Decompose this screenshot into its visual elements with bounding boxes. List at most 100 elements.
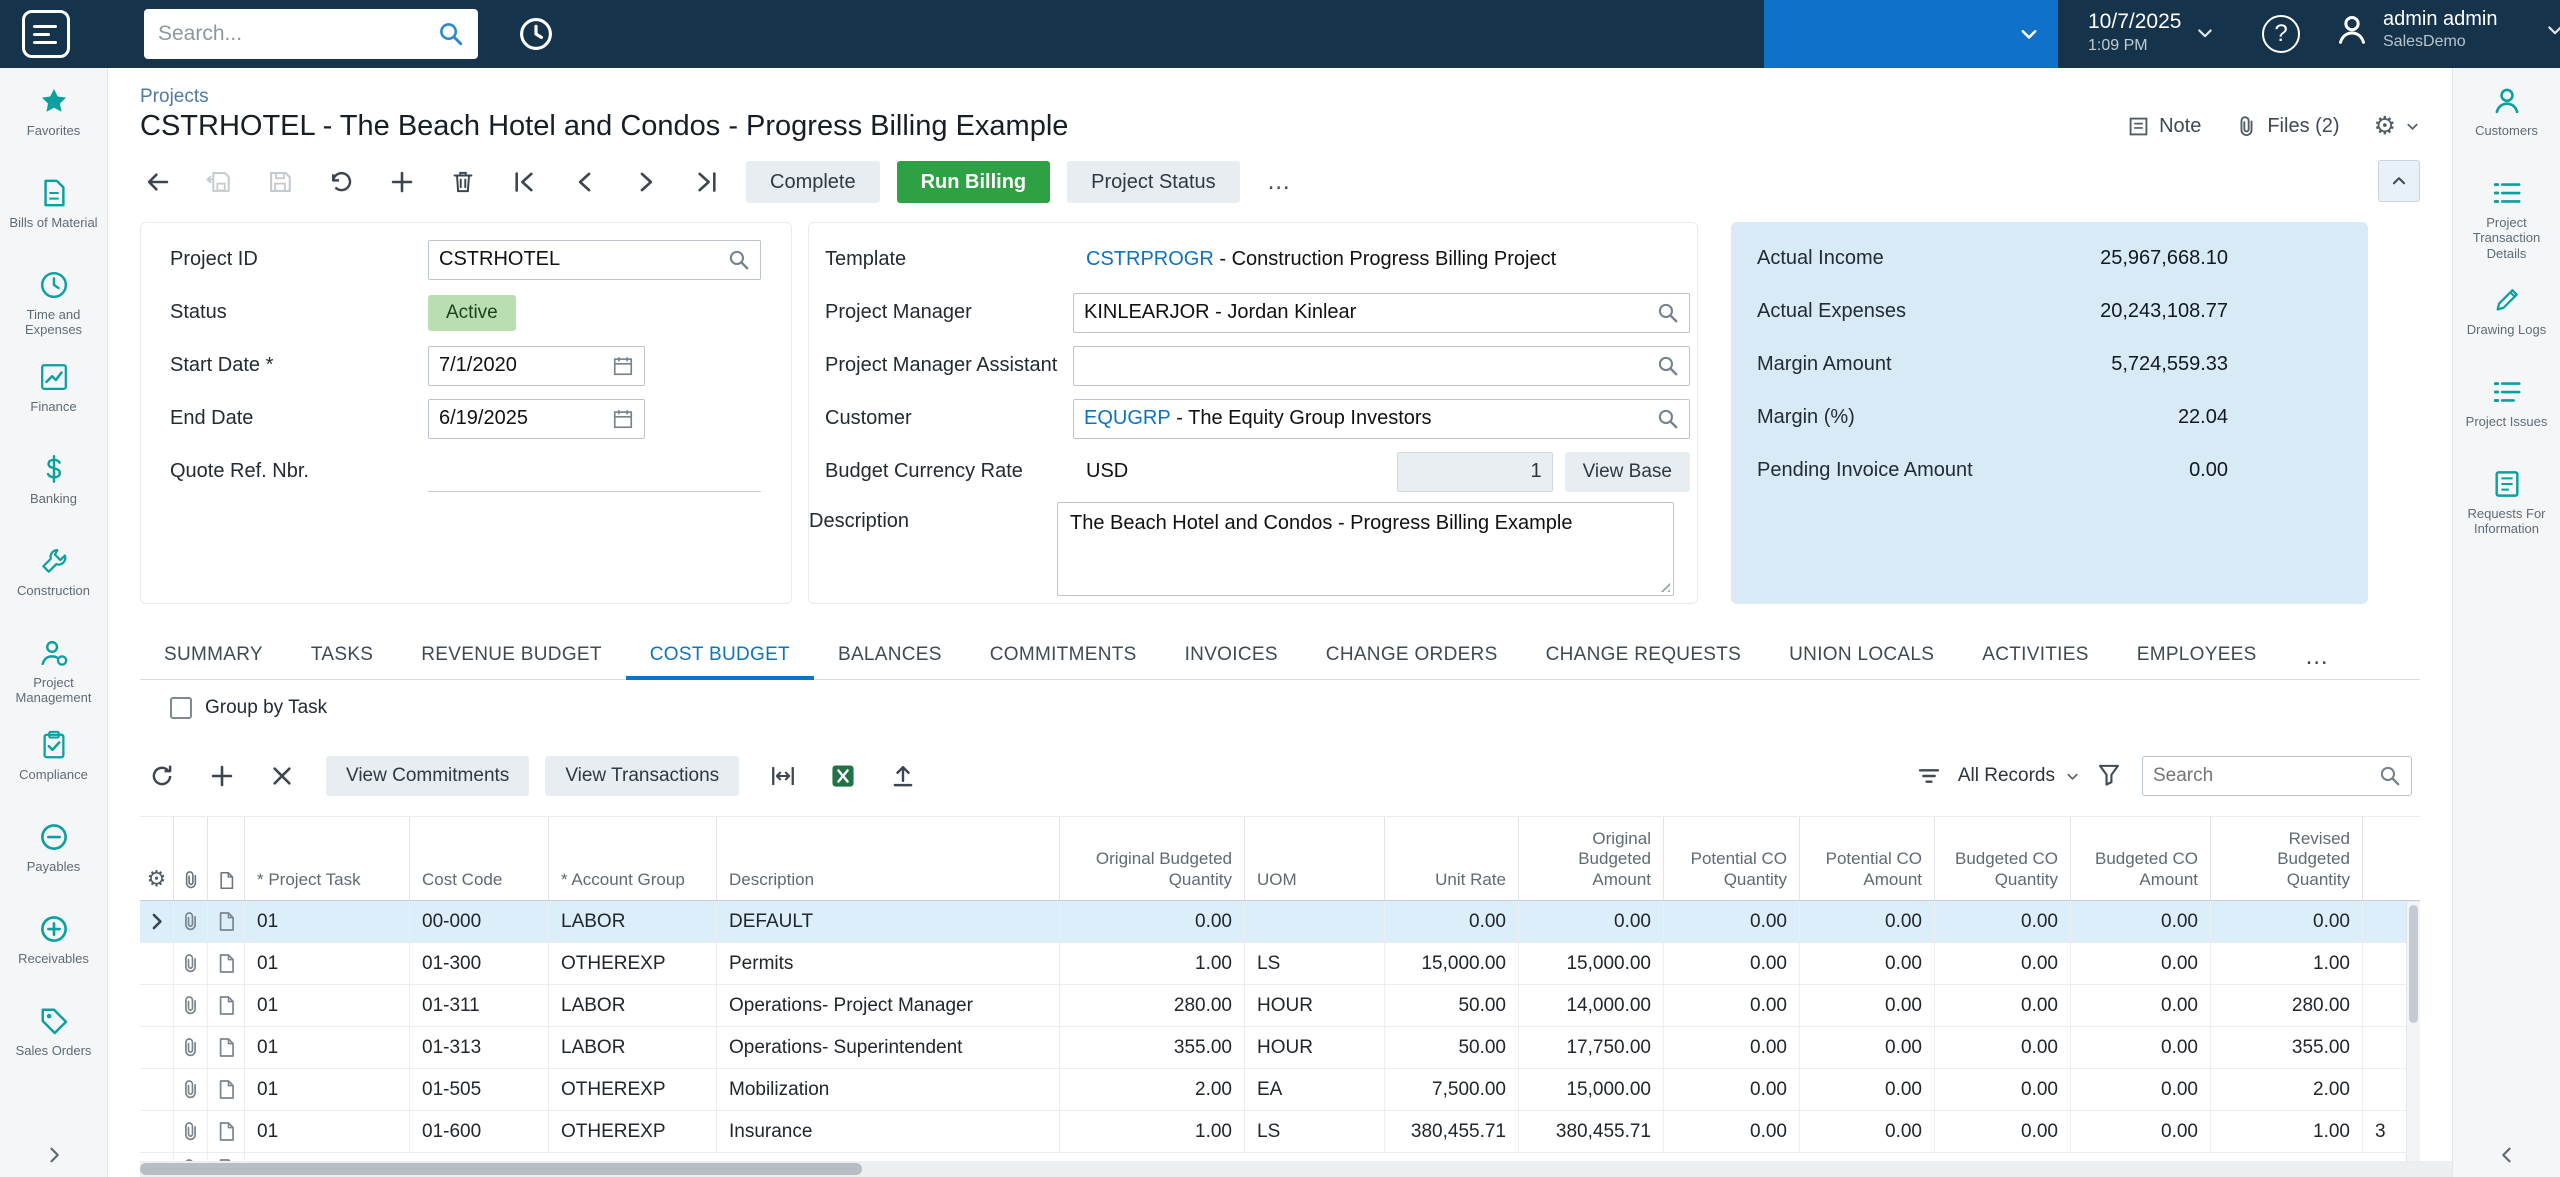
start-date-field[interactable] — [428, 346, 645, 386]
resize-grip[interactable] — [1657, 579, 1670, 592]
more-actions-button[interactable]: … — [1257, 168, 1303, 196]
sidebar-item-time-and-expenses[interactable]: Time and Expenses — [0, 258, 107, 350]
cell-cost-code[interactable]: 00-000 — [410, 901, 549, 942]
calendar-icon[interactable] — [612, 408, 634, 430]
refresh-button[interactable] — [140, 754, 184, 798]
app-logo[interactable] — [22, 10, 70, 58]
cell-unit-rate[interactable]: 50.00 — [1385, 985, 1519, 1026]
cell-budgeted-co-amount[interactable]: 0.00 — [2071, 943, 2211, 984]
sidebar-item-bills-of-material[interactable]: Bills of Material — [0, 166, 107, 258]
tab-union-locals[interactable]: UNION LOCALS — [1765, 636, 1958, 680]
cell-original-budgeted-amount[interactable]: 0.00 — [1519, 901, 1664, 942]
column-header-budgeted-co-amount[interactable]: Budgeted CO Amount — [2071, 817, 2211, 900]
group-by-task-checkbox[interactable] — [170, 697, 192, 719]
cell-potential-co-quantity[interactable]: 0.00 — [1664, 901, 1800, 942]
cell-original-budgeted-quantity[interactable]: 1.00 — [1060, 1111, 1245, 1152]
cell-account-group[interactable]: LABOR — [549, 985, 717, 1026]
notes-column-header[interactable] — [208, 817, 245, 900]
sidebar-item-sales-orders[interactable]: Sales Orders — [0, 994, 107, 1086]
cancel-undo-button[interactable] — [319, 160, 363, 204]
cell-original-budgeted-quantity[interactable]: 1.00 — [1060, 943, 1245, 984]
cell-revised-budgeted-quantity[interactable]: 2.00 — [2211, 1069, 2363, 1110]
tab-invoices[interactable]: INVOICES — [1161, 636, 1302, 680]
cell-potential-co-amount[interactable]: 0.00 — [1800, 1111, 1935, 1152]
cell-unit-rate[interactable]: 380,455.71 — [1385, 1111, 1519, 1152]
tabs-more-button[interactable]: … — [2305, 643, 2331, 671]
project-id-field[interactable] — [428, 240, 761, 280]
cell-original-budgeted-amount[interactable]: 15,000.00 — [1519, 943, 1664, 984]
cell-account-group[interactable]: OTHEREXP — [549, 1069, 717, 1110]
cell-budgeted-co-quantity[interactable]: 0.00 — [1935, 1069, 2071, 1110]
cell-project-task[interactable]: 01 — [245, 1069, 410, 1110]
end-date-field[interactable] — [428, 399, 645, 439]
company-selector-button[interactable] — [1764, 0, 2058, 68]
cell-description[interactable]: Operations- Superintendent — [717, 1027, 1060, 1068]
note-button[interactable]: Note — [2127, 115, 2201, 138]
cell-original-budgeted-amount[interactable]: 17,750.00 — [1519, 1027, 1664, 1068]
column-header-cost-code[interactable]: Cost Code — [410, 817, 549, 900]
cell-revised-budgeted-quantity[interactable]: 1.00 — [2211, 943, 2363, 984]
notes-icon[interactable] — [216, 911, 237, 932]
cell-original-budgeted-quantity[interactable]: 355.00 — [1060, 1027, 1245, 1068]
cell-project-task[interactable]: 01 — [245, 985, 410, 1026]
cell-potential-co-amount[interactable]: 0.00 — [1800, 1069, 1935, 1110]
tab-summary[interactable]: SUMMARY — [140, 636, 287, 680]
tab-change-requests[interactable]: CHANGE REQUESTS — [1522, 636, 1766, 680]
column-header-description[interactable]: Description — [717, 817, 1060, 900]
cell-budgeted-co-amount[interactable]: 0.00 — [2071, 901, 2211, 942]
cell-original-budgeted-quantity[interactable]: 0.00 — [1060, 901, 1245, 942]
customer-link[interactable]: EQUGRP — [1084, 407, 1171, 430]
cell-unit-rate[interactable]: 0.00 — [1385, 901, 1519, 942]
cell-account-group[interactable]: OTHEREXP — [549, 1111, 717, 1152]
cell-unit-rate[interactable]: 7,500.00 — [1385, 1069, 1519, 1110]
cell-original-budgeted-quantity[interactable]: 280.00 — [1060, 985, 1245, 1026]
cell-original-budgeted-quantity[interactable]: 2.00 — [1060, 1069, 1245, 1110]
cell-potential-co-quantity[interactable]: 0.00 — [1664, 943, 1800, 984]
notes-icon[interactable] — [216, 1037, 237, 1058]
column-header-original-budgeted-quantity[interactable]: Original Budgeted Quantity — [1060, 817, 1245, 900]
user-menu-button[interactable]: admin admin SalesDemo — [2335, 8, 2560, 51]
table-row-partial[interactable] — [140, 1153, 2420, 1161]
back-button[interactable] — [136, 160, 180, 204]
cell-account-group[interactable]: LABOR — [549, 901, 717, 942]
datetime-menu-button[interactable]: 10/7/2025 1:09 PM — [2088, 10, 2215, 55]
cell-budgeted-co-amount[interactable]: 0.00 — [2071, 1027, 2211, 1068]
cell-cost-code[interactable]: 01-600 — [410, 1111, 549, 1152]
cell-budgeted-co-quantity[interactable]: 0.00 — [1935, 985, 2071, 1026]
tab-cost-budget[interactable]: COST BUDGET — [626, 636, 814, 680]
search-icon[interactable] — [438, 21, 464, 47]
cell-budgeted-co-quantity[interactable]: 0.00 — [1935, 901, 2071, 942]
collapse-form-button[interactable] — [2378, 160, 2420, 202]
files-button[interactable]: Files (2) — [2235, 115, 2339, 138]
tab-tasks[interactable]: TASKS — [287, 636, 397, 680]
cell-budgeted-co-quantity[interactable]: 0.00 — [1935, 943, 2071, 984]
sidebar-item-compliance[interactable]: Compliance — [0, 718, 107, 810]
export-excel-button[interactable] — [821, 754, 865, 798]
project-manager-field[interactable] — [1073, 293, 1690, 333]
cell-potential-co-amount[interactable]: 0.00 — [1800, 943, 1935, 984]
cell-cost-code[interactable]: 01-505 — [410, 1069, 549, 1110]
delete-record-button[interactable] — [441, 160, 485, 204]
delete-row-button[interactable] — [260, 754, 304, 798]
cell-uom[interactable]: HOUR — [1245, 1027, 1385, 1068]
tab-change-orders[interactable]: CHANGE ORDERS — [1302, 636, 1522, 680]
records-filter-dropdown[interactable]: All Records — [1958, 765, 2080, 787]
cell-project-task[interactable]: 01 — [245, 901, 410, 942]
cell-potential-co-quantity[interactable]: 0.00 — [1664, 1027, 1800, 1068]
column-header-potential-co-quantity[interactable]: Potential CO Quantity — [1664, 817, 1800, 900]
lookup-search-icon[interactable] — [728, 249, 750, 271]
cell-description[interactable]: DEFAULT — [717, 901, 1060, 942]
screen-settings-button[interactable]: ⚙ — [2374, 114, 2420, 139]
cell-project-task[interactable]: 01 — [245, 1027, 410, 1068]
cell-cost-code[interactable]: 01-300 — [410, 943, 549, 984]
project-status-button[interactable]: Project Status — [1067, 161, 1240, 203]
cell-revised-budgeted-quantity[interactable]: 280.00 — [2211, 985, 2363, 1026]
next-record-button[interactable] — [624, 160, 668, 204]
sidebar-item-payables[interactable]: Payables — [0, 810, 107, 902]
horizontal-scrollbar[interactable] — [140, 1161, 2452, 1177]
cell-potential-co-quantity[interactable]: 0.00 — [1664, 1069, 1800, 1110]
export-button[interactable] — [881, 754, 925, 798]
cell-cost-code[interactable]: 01-311 — [410, 985, 549, 1026]
expand-row-icon[interactable] — [146, 911, 167, 932]
project-manager-assistant-input[interactable] — [1084, 354, 1651, 377]
